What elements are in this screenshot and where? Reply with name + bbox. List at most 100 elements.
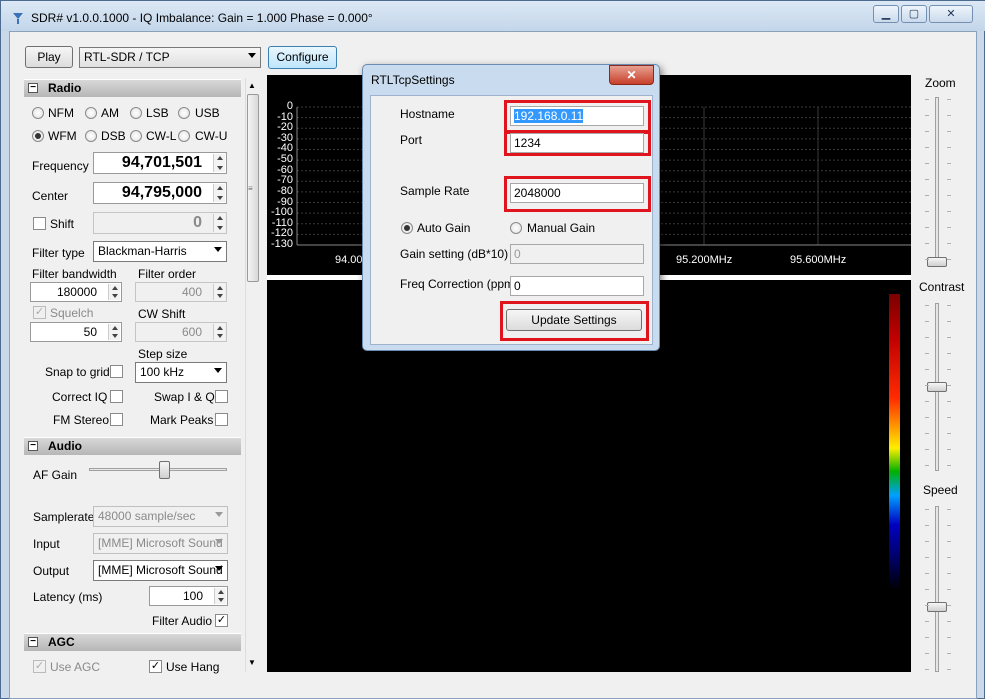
input-select[interactable]: [MME] Microsoft Sound	[93, 533, 228, 554]
slider-tick	[947, 179, 951, 180]
mark-peaks-checkbox[interactable]	[215, 413, 228, 426]
agc-section-header[interactable]: − AGC	[24, 633, 241, 651]
squelch-spinner[interactable]	[108, 324, 120, 340]
collapse-icon[interactable]: −	[28, 637, 38, 647]
filter-bandwidth-value: 180000	[56, 285, 97, 299]
scroll-up-icon[interactable]: ▲	[248, 81, 256, 90]
update-settings-button[interactable]: Update Settings	[506, 309, 642, 331]
slider-tick	[925, 509, 929, 510]
auto-gain-radio[interactable]	[401, 222, 413, 234]
filter-order-spinner[interactable]	[213, 284, 225, 300]
filter-audio-checkbox[interactable]: ✓	[215, 614, 228, 627]
mode-nfm-radio[interactable]	[32, 107, 44, 119]
latency-spinner[interactable]	[214, 588, 226, 604]
slider-tick	[947, 669, 951, 670]
input-value: [MME] Microsoft Sound	[98, 536, 223, 550]
mode-cwu-radio[interactable]	[178, 130, 190, 142]
chevron-down-icon	[214, 368, 222, 373]
squelch-input[interactable]: 50	[30, 322, 122, 342]
spectrum-y-tick: -130	[270, 238, 293, 250]
frequency-value: 94,701,501	[121, 154, 202, 171]
output-select[interactable]: [MME] Microsoft Sound	[93, 560, 228, 581]
audio-section-header[interactable]: − Audio	[24, 437, 241, 455]
close-icon[interactable]: ✕	[929, 5, 973, 23]
step-size-select[interactable]: 100 kHz	[135, 362, 227, 383]
collapse-icon[interactable]: −	[28, 441, 38, 451]
dialog-close-icon[interactable]: ✕	[609, 65, 654, 85]
speed-label: Speed	[923, 483, 958, 497]
zoom-slider-track[interactable]	[935, 97, 939, 267]
filter-bandwidth-spinner[interactable]	[108, 284, 120, 300]
slider-tick	[925, 259, 929, 260]
manual-gain-label: Manual Gain	[527, 221, 596, 235]
center-spinner[interactable]	[213, 184, 225, 202]
swap-iq-checkbox[interactable]	[215, 390, 228, 403]
shift-checkbox[interactable]	[33, 217, 46, 230]
slider-tick	[947, 163, 951, 164]
maximize-icon[interactable]: ▢	[901, 5, 927, 23]
samplerate-value: 48000 sample/sec	[98, 509, 196, 523]
cw-shift-input[interactable]: 600	[135, 322, 227, 342]
filter-audio-label: Filter Audio	[152, 614, 213, 628]
mode-wfm-radio[interactable]	[32, 130, 44, 142]
mode-cwl-radio[interactable]	[130, 130, 142, 142]
frequency-label: Frequency	[32, 159, 89, 173]
fm-stereo-checkbox[interactable]	[110, 413, 123, 426]
slider-tick	[947, 147, 951, 148]
slider-tick	[925, 621, 929, 622]
port-input[interactable]: 1234	[510, 133, 644, 153]
speed-slider-thumb[interactable]	[927, 602, 947, 612]
radio-section-header[interactable]: − Radio	[24, 79, 241, 97]
frequency-spinner[interactable]	[213, 154, 225, 172]
play-button[interactable]: Play	[25, 46, 73, 68]
shift-input[interactable]: 0	[93, 212, 227, 234]
slider-tick	[925, 385, 929, 386]
zoom-slider-thumb[interactable]	[927, 257, 947, 267]
samplerate-select[interactable]: 48000 sample/sec	[93, 506, 228, 527]
sample-rate-input[interactable]: 2048000	[510, 183, 644, 203]
filter-type-select[interactable]: Blackman-Harris	[93, 241, 227, 262]
mode-usb-radio[interactable]	[178, 107, 190, 119]
manual-gain-radio[interactable]	[510, 222, 522, 234]
filter-order-input[interactable]: 400	[135, 282, 227, 302]
snap-to-grid-label: Snap to grid	[45, 365, 110, 379]
mode-dsb-radio[interactable]	[85, 130, 97, 142]
slider-tick	[925, 417, 929, 418]
collapse-icon[interactable]: −	[28, 83, 38, 93]
gain-setting-input[interactable]: 0	[510, 244, 644, 264]
mode-lsb-radio[interactable]	[130, 107, 142, 119]
latency-input[interactable]: 100	[149, 586, 228, 606]
scroll-down-icon[interactable]: ▼	[248, 658, 256, 667]
minimize-icon[interactable]: ▁	[873, 5, 899, 23]
frequency-input[interactable]: 94,701,501	[93, 152, 227, 174]
use-agc-checkbox[interactable]: ✓	[33, 660, 46, 673]
contrast-slider-thumb[interactable]	[927, 382, 947, 392]
source-select[interactable]: RTL-SDR / TCP	[79, 47, 261, 68]
squelch-checkbox[interactable]: ✓	[33, 306, 46, 319]
snap-to-grid-checkbox[interactable]	[110, 365, 123, 378]
slider-tick	[947, 525, 951, 526]
mode-nfm-label: NFM	[48, 106, 74, 120]
shift-spinner[interactable]	[213, 214, 225, 232]
af-gain-slider-thumb[interactable]	[158, 461, 170, 479]
configure-button[interactable]: Configure	[268, 46, 337, 69]
freq-correction-input[interactable]: 0	[510, 276, 644, 296]
filter-bandwidth-input[interactable]: 180000	[30, 282, 122, 302]
center-input[interactable]: 94,795,000	[93, 182, 227, 204]
filter-bandwidth-label: Filter bandwidth	[32, 267, 117, 281]
chevron-down-icon	[215, 539, 223, 544]
spectrum-x-tick: 95.600MHz	[790, 254, 847, 266]
mode-am-radio[interactable]	[85, 107, 97, 119]
left-panel-scrollbar[interactable]: ▲ ≡ ▼	[245, 78, 260, 672]
correct-iq-checkbox[interactable]	[110, 390, 123, 403]
hostname-input[interactable]: 192.168.0.11	[510, 106, 644, 126]
af-gain-label: AF Gain	[33, 468, 78, 482]
filter-type-label: Filter type	[32, 246, 85, 260]
chevron-down-icon	[248, 53, 256, 58]
speed-slider-track[interactable]	[935, 506, 939, 672]
use-hang-checkbox[interactable]: ✓	[149, 660, 162, 673]
slider-tick	[947, 621, 951, 622]
correct-iq-label: Correct IQ	[52, 390, 108, 404]
cw-shift-spinner[interactable]	[213, 324, 225, 340]
title-bar[interactable]: SDR# v1.0.0.1000 - IQ Imbalance: Gain = …	[1, 1, 985, 31]
